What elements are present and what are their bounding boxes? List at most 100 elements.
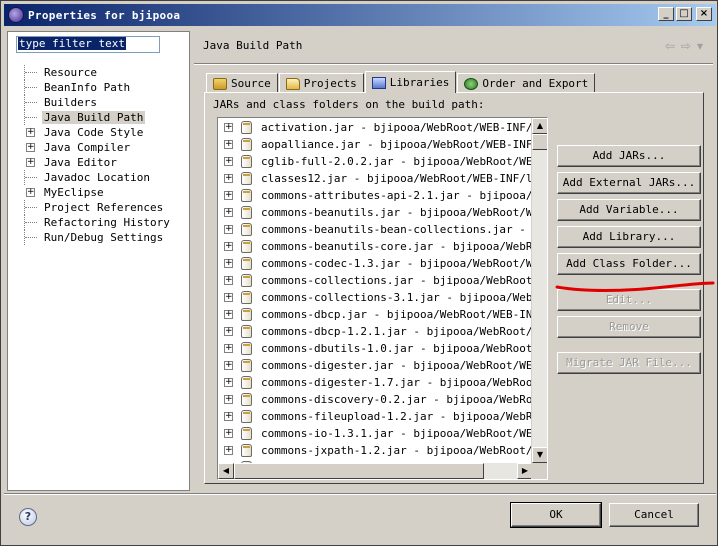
tab-libraries[interactable]: Libraries <box>364 71 457 93</box>
tree-item[interactable]: Javadoc Location <box>18 170 170 185</box>
tree-item[interactable]: Java Build Path <box>18 110 170 125</box>
jar-entry-label: cglib-full-2.0.2.jar - bjipooa/WebRoot/W… <box>261 155 533 168</box>
expand-icon[interactable]: + <box>224 174 233 183</box>
add-class-folder-button[interactable]: Add Class Folder... <box>557 253 701 275</box>
cancel-button[interactable]: Cancel <box>609 503 699 527</box>
tree-item-label: Run/Debug Settings <box>44 231 164 244</box>
jar-icon <box>241 257 252 270</box>
tree-item[interactable]: Refactoring History <box>18 215 170 230</box>
tree-item[interactable]: + Java Compiler <box>18 140 170 155</box>
list-item[interactable]: + commons-dbcp-1.2.1.jar - bjipooa/WebRoo… <box>219 323 533 340</box>
add-variable-button[interactable]: Add Variable... <box>557 199 701 221</box>
filter-input[interactable]: type filter text <box>16 36 160 53</box>
forward-arrow-icon[interactable]: ⇨ <box>681 39 691 53</box>
jar-icon <box>241 427 252 440</box>
list-item[interactable]: + commons-collections-3.1.jar - bjipooa/W… <box>219 289 533 306</box>
expand-icon[interactable]: + <box>224 191 233 200</box>
scroll-down-icon[interactable]: ▼ <box>532 447 547 463</box>
expand-icon[interactable]: + <box>224 429 233 438</box>
vertical-scrollbar[interactable]: ▲ ▼ <box>531 118 547 463</box>
jar-entry-label: classes12.jar - bjipooa/WebRoot/WEB-INF/… <box>261 172 533 185</box>
list-item[interactable]: + activation.jar - bjipooa/WebRoot/WEB-IN… <box>219 119 533 136</box>
expand-icon[interactable]: + <box>224 225 233 234</box>
expand-icon[interactable]: + <box>224 344 233 353</box>
jar-icon <box>241 155 252 168</box>
list-item[interactable]: + commons-beanutils-bean-collections.jar … <box>219 221 533 238</box>
tab-order-and-export[interactable]: Order and Export <box>457 73 596 93</box>
jar-list[interactable]: + activation.jar - bjipooa/WebRoot/WEB-IN… <box>217 117 548 480</box>
expand-icon[interactable]: + <box>224 310 233 319</box>
tree-item[interactable]: Builders <box>18 95 170 110</box>
tree-item[interactable]: BeanInfo Path <box>18 80 170 95</box>
list-item[interactable]: + commons-attributes-api-2.1.jar - bjipoo… <box>219 187 533 204</box>
expand-icon[interactable]: + <box>224 123 233 132</box>
tree-item[interactable]: + Java Code Style <box>18 125 170 140</box>
eclipse-icon <box>8 7 24 23</box>
expand-icon[interactable]: + <box>224 327 233 336</box>
expand-icon[interactable]: + <box>26 128 35 137</box>
list-item[interactable]: + commons-digester.jar - bjipooa/WebRoot/… <box>219 357 533 374</box>
add-external-jars-button[interactable]: Add External JARs... <box>557 172 701 194</box>
expand-icon[interactable]: + <box>224 140 233 149</box>
horizontal-scrollbar[interactable]: ◀ ▶ <box>218 463 533 479</box>
expand-icon[interactable]: + <box>224 293 233 302</box>
expand-icon[interactable]: + <box>26 188 35 197</box>
horizontal-scroll-thumb[interactable] <box>234 463 484 479</box>
tree-item[interactable]: + Java Editor <box>18 155 170 170</box>
list-item[interactable]: + commons-beanutils-core.jar - bjipooa/We… <box>219 238 533 255</box>
tab-source[interactable]: Source <box>206 73 278 93</box>
list-item[interactable]: + commons-digester-1.7.jar - bjipooa/WebR… <box>219 374 533 391</box>
help-icon[interactable]: ? <box>19 508 37 526</box>
add-library-button[interactable]: Add Library... <box>557 226 701 248</box>
menu-dropdown-icon[interactable]: ▾ <box>697 39 703 53</box>
list-item[interactable]: + aopalliance.jar - bjipooa/WebRoot/WEB-I… <box>219 136 533 153</box>
tree-item[interactable]: Resource <box>18 65 170 80</box>
list-item[interactable]: + commons-codec-1.3.jar - bjipooa/WebRoot… <box>219 255 533 272</box>
expand-icon[interactable]: + <box>224 259 233 268</box>
tab-projects[interactable]: Projects <box>278 73 364 93</box>
list-item[interactable]: + commons-discovery-0.2.jar - bjipooa/Web… <box>219 391 533 408</box>
expand-icon[interactable]: + <box>224 395 233 404</box>
minimize-button[interactable]: _ <box>658 7 674 21</box>
list-item[interactable]: + cglib-full-2.0.2.jar - bjipooa/WebRoot/… <box>219 153 533 170</box>
tree-item-label: BeanInfo Path <box>44 81 131 94</box>
scroll-thumb[interactable] <box>532 134 547 150</box>
title-bar[interactable]: Properties for bjipooa _ □ × <box>4 4 716 26</box>
add-jars-button[interactable]: Add JARs... <box>557 145 701 167</box>
expand-icon[interactable]: + <box>26 143 35 152</box>
remove-button[interactable]: Remove <box>557 316 701 338</box>
list-item[interactable]: + commons-dbutils-1.0.jar - bjipooa/WebRo… <box>219 340 533 357</box>
expand-icon[interactable]: + <box>26 158 35 167</box>
list-item[interactable]: + commons-beanutils.jar - bjipooa/WebRoot… <box>219 204 533 221</box>
migrate-jar-button[interactable]: Migrate JAR File... <box>557 352 701 374</box>
tab-label: Projects <box>303 77 357 90</box>
tree-item-label: Javadoc Location <box>44 171 150 184</box>
scroll-up-icon[interactable]: ▲ <box>532 118 547 134</box>
expand-icon[interactable]: + <box>224 361 233 370</box>
tree-item-label: Java Compiler <box>44 141 131 154</box>
expand-icon[interactable]: + <box>224 242 233 251</box>
tree-connector <box>24 170 38 185</box>
back-arrow-icon[interactable]: ⇦ <box>665 39 675 53</box>
expand-icon[interactable]: + <box>224 157 233 166</box>
ok-button[interactable]: OK <box>510 502 602 528</box>
close-button[interactable]: × <box>696 7 712 21</box>
list-item[interactable]: + commons-fileupload-1.2.jar - bjipooa/We… <box>219 408 533 425</box>
jar-icon <box>241 393 252 406</box>
expand-icon[interactable]: + <box>224 378 233 387</box>
list-item[interactable]: + classes12.jar - bjipooa/WebRoot/WEB-INF… <box>219 170 533 187</box>
tree-item[interactable]: + MyEclipse <box>18 185 170 200</box>
tree-item[interactable]: Run/Debug Settings <box>18 230 170 245</box>
expand-icon[interactable]: + <box>224 276 233 285</box>
list-item[interactable]: + commons-dbcp.jar - bjipooa/WebRoot/WEB-… <box>219 306 533 323</box>
tree-item[interactable]: Project References <box>18 200 170 215</box>
expand-icon[interactable]: + <box>224 412 233 421</box>
maximize-button[interactable]: □ <box>676 7 692 21</box>
list-item[interactable]: + commons-collections.jar - bjipooa/WebRo… <box>219 272 533 289</box>
list-item[interactable]: + commons-jxpath-1.2.jar - bjipooa/WebRoo… <box>219 442 533 459</box>
expand-icon[interactable]: + <box>224 446 233 455</box>
jar-icon <box>241 206 252 219</box>
expand-icon[interactable]: + <box>224 208 233 217</box>
scroll-left-icon[interactable]: ◀ <box>218 463 234 479</box>
list-item[interactable]: + commons-io-1.3.1.jar - bjipooa/WebRoot/… <box>219 425 533 442</box>
